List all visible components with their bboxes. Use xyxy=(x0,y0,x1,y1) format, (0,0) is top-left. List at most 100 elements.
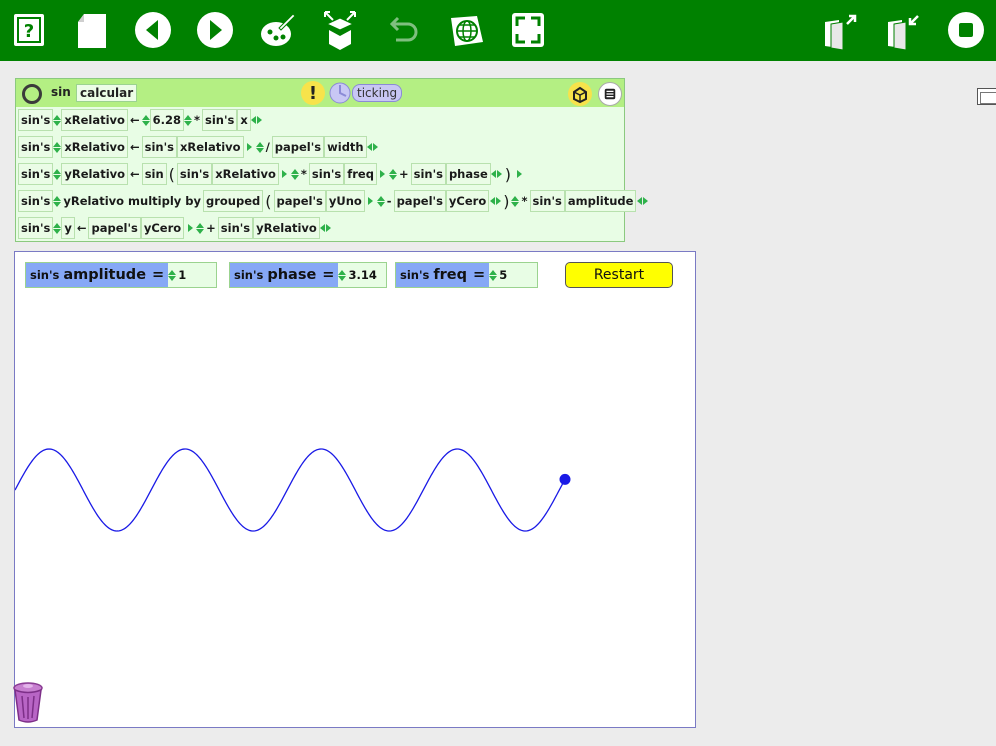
token[interactable]: papel's xyxy=(393,190,446,212)
paren: ( xyxy=(265,191,272,211)
extend-arrows-icon[interactable] xyxy=(251,109,263,131)
token[interactable]: yUno xyxy=(325,190,365,212)
script-name-field[interactable]: calcular xyxy=(76,84,138,102)
token[interactable]: yCero xyxy=(445,190,490,212)
dropdown-arrows-icon[interactable] xyxy=(290,163,299,185)
dropdown-arrows-icon[interactable] xyxy=(53,136,62,158)
dropdown-arrows-icon[interactable] xyxy=(255,136,264,158)
token[interactable]: xRelativo xyxy=(176,136,244,158)
back-icon[interactable] xyxy=(133,8,173,52)
script-block[interactable]: sin calcular ! ticking sin's xRelativo ←… xyxy=(15,78,648,242)
token[interactable]: sin's xyxy=(529,190,565,212)
code-line-2[interactable]: sin's xRelativo ← sin's xRelativo / pape… xyxy=(18,135,379,159)
token[interactable]: sin's xyxy=(217,217,254,239)
undo-icon[interactable] xyxy=(383,8,423,52)
operator: + xyxy=(206,221,216,235)
collapse-toggle-icon[interactable] xyxy=(22,84,42,104)
token[interactable]: yRelativo xyxy=(253,217,320,239)
warning-icon[interactable]: ! xyxy=(301,81,325,105)
code-line-4[interactable]: sin's yRelativo multiply by grouped ( pa… xyxy=(18,189,648,213)
token[interactable]: sin's xyxy=(176,163,213,185)
inspector-icon[interactable] xyxy=(568,82,592,106)
dropdown-arrows-icon[interactable] xyxy=(53,109,62,131)
command-token: multiply by xyxy=(128,194,201,208)
extend-arrows-icon[interactable] xyxy=(513,163,525,185)
code-line-5[interactable]: sin's y ← papel's yCero + sin's yRelativ… xyxy=(18,216,332,240)
token[interactable]: papel's xyxy=(273,190,326,212)
paper-canvas[interactable]: sin's amplitude = 1 sin's phase = 3.14 s… xyxy=(11,251,696,728)
dropdown-arrows-icon[interactable] xyxy=(53,163,62,185)
token[interactable]: freq xyxy=(344,163,377,185)
svg-text:?: ? xyxy=(24,21,34,42)
token[interactable]: sin's xyxy=(18,190,54,212)
token[interactable]: sin's xyxy=(18,163,54,185)
status-badge[interactable]: ticking xyxy=(352,84,403,102)
paren: ( xyxy=(168,164,175,184)
world-icon[interactable] xyxy=(446,8,486,52)
dropdown-arrows-icon[interactable] xyxy=(183,109,192,131)
clock-icon[interactable] xyxy=(329,82,351,104)
extend-arrows-icon[interactable] xyxy=(636,190,648,212)
assign-arrow: ← xyxy=(76,221,87,235)
expand-book-icon[interactable] xyxy=(883,8,923,52)
extend-arrows-icon[interactable] xyxy=(491,163,503,185)
extend-arrows-icon[interactable] xyxy=(320,217,332,239)
operator: + xyxy=(398,167,409,181)
token[interactable]: yRelativo xyxy=(61,190,126,212)
token[interactable]: amplitude xyxy=(564,190,637,212)
dropdown-arrows-icon[interactable] xyxy=(196,217,205,239)
new-page-icon[interactable] xyxy=(71,8,111,52)
open-box-icon[interactable] xyxy=(320,8,360,52)
dropdown-arrows-icon[interactable] xyxy=(53,190,62,212)
dropdown-arrows-icon[interactable] xyxy=(53,217,62,239)
extend-arrows-icon[interactable] xyxy=(184,217,196,239)
token[interactable]: sin's xyxy=(18,136,54,158)
extend-arrows-icon[interactable] xyxy=(489,190,501,212)
token[interactable]: y xyxy=(61,217,75,239)
help-icon[interactable]: ? xyxy=(9,8,49,52)
sine-wave-drawing xyxy=(15,448,571,532)
token[interactable]: phase xyxy=(445,163,491,185)
trash-icon[interactable] xyxy=(11,680,45,724)
token[interactable]: sin's xyxy=(18,217,54,239)
extend-arrows-icon[interactable] xyxy=(377,163,389,185)
extend-arrows-icon[interactable] xyxy=(244,136,256,158)
token[interactable]: yRelativo xyxy=(61,163,129,185)
token[interactable]: sin's xyxy=(202,109,238,131)
forward-icon[interactable] xyxy=(195,8,235,52)
token[interactable]: xRelativo xyxy=(61,109,128,131)
dropdown-arrows-icon[interactable] xyxy=(141,109,150,131)
token[interactable]: sin's xyxy=(308,163,345,185)
extend-arrows-icon[interactable] xyxy=(279,163,291,185)
dropdown-arrows-icon[interactable] xyxy=(388,163,397,185)
extend-arrows-icon[interactable] xyxy=(367,136,379,158)
token[interactable]: sin's xyxy=(410,163,446,185)
function-token[interactable]: sin xyxy=(141,163,167,185)
sine-sprite-dot[interactable] xyxy=(559,473,571,485)
shrink-book-icon[interactable] xyxy=(820,8,860,52)
number-token[interactable]: 6.28 xyxy=(149,109,184,131)
script-header: sin calcular ! ticking xyxy=(16,79,624,107)
flap-tab-icon[interactable] xyxy=(977,88,996,105)
token[interactable]: yCero xyxy=(140,217,185,239)
paint-icon[interactable] xyxy=(258,8,298,52)
token[interactable]: xRelativo xyxy=(61,136,128,158)
fullscreen-icon[interactable] xyxy=(508,8,548,52)
token[interactable]: width xyxy=(324,136,367,158)
dropdown-arrows-icon[interactable] xyxy=(376,190,385,212)
menu-icon[interactable] xyxy=(598,82,622,106)
token[interactable]: papel's xyxy=(271,136,325,158)
stop-icon[interactable] xyxy=(946,8,986,52)
assign-arrow: ← xyxy=(129,140,140,154)
token[interactable]: papel's xyxy=(88,217,141,239)
code-line-3[interactable]: sin's yRelativo ← sin ( sin's xRelativo … xyxy=(18,162,525,186)
token[interactable]: x xyxy=(237,109,251,131)
token[interactable]: sin's xyxy=(18,109,54,131)
function-token[interactable]: grouped xyxy=(203,190,264,212)
extend-arrows-icon[interactable] xyxy=(365,190,377,212)
dropdown-arrows-icon[interactable] xyxy=(511,190,520,212)
token[interactable]: sin's xyxy=(141,136,177,158)
paren: ) xyxy=(504,164,512,184)
code-line-1[interactable]: sin's xRelativo ← 6.28 * sin's x xyxy=(18,108,263,132)
token[interactable]: xRelativo xyxy=(212,163,279,185)
